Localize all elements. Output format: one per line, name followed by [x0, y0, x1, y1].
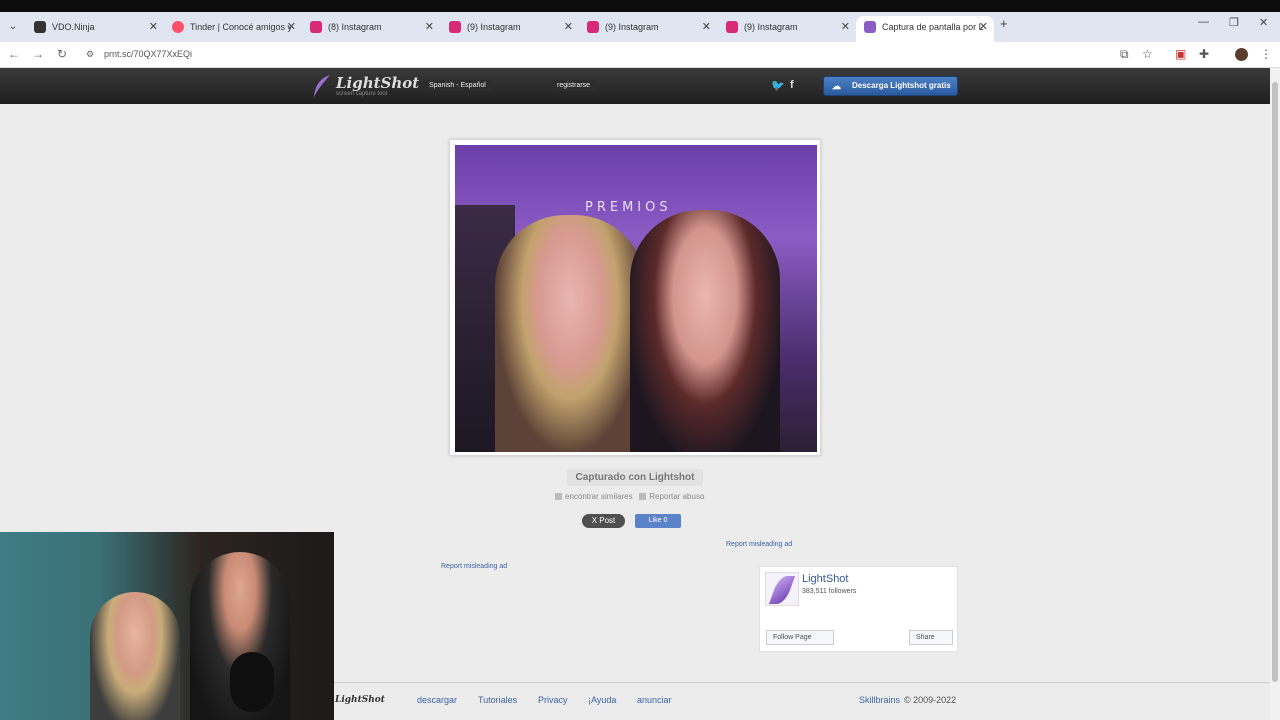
close-icon[interactable]: ✕ — [979, 16, 988, 38]
feather-icon — [314, 75, 330, 97]
tinder-icon — [172, 21, 184, 33]
scrollbar-thumb[interactable] — [1272, 82, 1278, 682]
download-button-label: Descarga Lightshot gratis — [852, 81, 951, 90]
tab-label: (9) Instagram — [744, 22, 798, 32]
extension-icon[interactable]: ▣ — [1175, 47, 1186, 61]
close-icon[interactable]: ✕ — [841, 16, 850, 38]
footer-skillbrains-link[interactable]: Skillbrains — [859, 695, 900, 705]
facebook-icon[interactable]: f — [790, 79, 794, 91]
address-bar: ← → ↻ ⚙ prnt.sc/70QX77XxEQi ⧉ ☆ ▣ ✚ ⋮ — [0, 42, 1280, 68]
tab-instagram-4[interactable]: (9) Instagram ✕ — [718, 16, 856, 42]
tab-search-icon[interactable]: ⌄ — [6, 20, 20, 34]
report-ad-link-right[interactable]: Report misleading ad — [726, 541, 792, 548]
tab-label: VDO.Ninja — [52, 22, 95, 32]
site-info-icon[interactable]: ⚙ — [82, 49, 98, 60]
tab-label: (9) Instagram — [467, 22, 521, 32]
instagram-icon — [587, 21, 599, 33]
tab-tinder[interactable]: Tinder | Conocé amigos y ✕ — [164, 16, 302, 42]
vdo-ninja-icon — [34, 21, 46, 33]
tab-label: (9) Instagram — [605, 22, 659, 32]
tab-label: Tinder | Conocé amigos y — [190, 22, 293, 32]
screen-top-bar — [0, 0, 1280, 12]
minimize-icon[interactable]: — — [1198, 16, 1209, 28]
close-icon[interactable]: ✕ — [149, 16, 158, 38]
url-field[interactable]: prnt.sc/70QX77XxEQi — [104, 49, 192, 59]
close-icon[interactable]: ✕ — [425, 16, 434, 38]
footer-link-advertise[interactable]: anunciar — [637, 695, 672, 705]
page-scrollbar[interactable] — [1270, 68, 1280, 720]
webcam-person-left — [90, 592, 180, 720]
report-abuse-link[interactable]: Reportar abuso — [649, 492, 704, 501]
report-ad-link-left[interactable]: Report misleading ad — [441, 563, 507, 570]
restore-icon[interactable]: ❐ — [1229, 16, 1239, 29]
forward-icon[interactable]: → — [30, 47, 46, 61]
footer-link-tutorials[interactable]: Tutoriales — [478, 695, 517, 705]
fb-followers: 383,511 followers — [802, 588, 857, 595]
tab-instagram-2[interactable]: (9) Instagram ✕ — [441, 16, 579, 42]
install-app-icon[interactable]: ⧉ — [1120, 47, 1129, 62]
bookmark-star-icon[interactable]: ☆ — [1142, 47, 1153, 61]
tab-label: (8) Instagram — [328, 22, 382, 32]
logo-tagline: screen capture tool — [336, 91, 388, 97]
image-actions: encontrar similares Reportar abuso — [555, 492, 704, 501]
browser-menu-icon[interactable]: ⋮ — [1260, 47, 1272, 61]
instagram-icon — [310, 21, 322, 33]
tab-lightshot[interactable]: Captura de pantalla por L ✕ — [856, 16, 994, 42]
follow-page-button[interactable]: Follow Page — [766, 630, 834, 645]
facebook-page-widget: LightShot 383,511 followers Follow Page … — [759, 566, 958, 652]
logo-name: LightShot — [336, 74, 420, 92]
award-banner: PREMIOS — [585, 200, 672, 215]
webcam-overlay — [0, 532, 334, 720]
twitter-icon[interactable]: 🐦 — [771, 79, 785, 92]
close-icon[interactable]: ✕ — [702, 16, 711, 38]
extensions-puzzle-icon[interactable]: ✚ — [1199, 47, 1209, 61]
tab-vdo-ninja[interactable]: VDO.Ninja ✕ — [26, 16, 164, 42]
microphone — [230, 652, 274, 712]
footer-link-download[interactable]: descargar — [417, 695, 457, 705]
footer-copyright: © 2009-2022 — [904, 695, 957, 705]
footer-logo[interactable]: LightShot — [335, 695, 385, 705]
download-cloud-icon: ☁ — [832, 81, 841, 91]
window-close-icon[interactable]: ✕ — [1259, 16, 1268, 29]
share-button[interactable]: Share — [909, 630, 953, 645]
similar-icon — [555, 493, 562, 501]
x-post-button[interactable]: X Post — [582, 514, 625, 528]
close-icon[interactable]: ✕ — [287, 16, 296, 38]
tab-label: Captura de pantalla por L — [882, 22, 984, 32]
tab-instagram-1[interactable]: (8) Instagram ✕ — [302, 16, 440, 42]
share-label: Share — [916, 634, 935, 641]
download-button[interactable]: ☁ Descarga Lightshot gratis — [823, 76, 958, 96]
reload-icon[interactable]: ↻ — [54, 47, 70, 61]
register-link[interactable]: registrarse — [552, 80, 596, 91]
close-icon[interactable]: ✕ — [564, 16, 573, 38]
lightshot-logo[interactable]: LightShot screen capture tool — [312, 74, 419, 100]
screenshot-image[interactable]: PREMIOS — [455, 145, 817, 452]
fb-page-title[interactable]: LightShot — [802, 573, 848, 585]
tab-instagram-3[interactable]: (9) Instagram ✕ — [579, 16, 717, 42]
person-right — [630, 210, 780, 452]
captured-caption: Capturado con Lightshot — [567, 469, 703, 486]
find-similar-link[interactable]: encontrar similares — [565, 492, 633, 501]
language-select[interactable]: Spanish - Español — [424, 80, 491, 91]
screenshot-frame: PREMIOS — [449, 139, 821, 456]
new-tab-plus-icon[interactable]: + — [1000, 16, 1008, 31]
browser-tab-strip: ⌄ VDO.Ninja ✕ Tinder | Conocé amigos y ✕… — [0, 12, 1280, 42]
footer-link-privacy[interactable]: Privacy — [538, 695, 568, 705]
back-icon[interactable]: ← — [6, 47, 22, 61]
lightshot-page-avatar[interactable] — [765, 572, 799, 606]
report-icon — [639, 493, 647, 501]
follow-page-label: Follow Page — [773, 634, 812, 641]
person-left — [495, 215, 645, 452]
fb-like-button[interactable]: Like 0 — [635, 514, 681, 528]
profile-avatar[interactable] — [1235, 48, 1248, 61]
lightshot-header: LightShot screen capture tool Spanish - … — [0, 68, 1270, 104]
instagram-icon — [726, 21, 738, 33]
lightshot-feather-icon — [864, 21, 876, 33]
instagram-icon — [449, 21, 461, 33]
footer-link-help[interactable]: ¡Ayuda — [588, 695, 616, 705]
